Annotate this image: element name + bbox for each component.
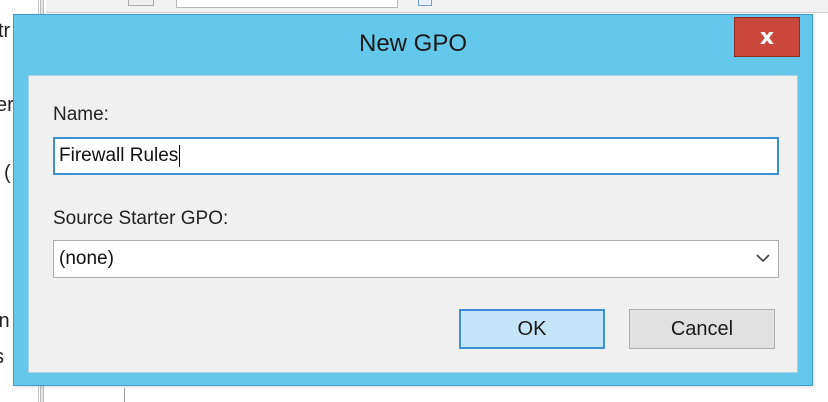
cancel-button[interactable]: Cancel (629, 309, 775, 349)
document-icon[interactable] (418, 0, 432, 6)
toolbar-field[interactable] (176, 0, 398, 8)
name-input-value: Firewall Rules (59, 145, 179, 166)
background-text-fragment: tr (0, 20, 11, 42)
background-text-fragment: ( (4, 162, 11, 184)
ok-button[interactable]: OK (459, 309, 605, 349)
name-label: Name: (53, 104, 109, 125)
background-status-area (46, 388, 828, 402)
select-value: (none) (59, 248, 114, 269)
background-text-fragment: in (0, 310, 10, 333)
dialog-title: New GPO (358, 30, 468, 57)
toolbar-button[interactable] (128, 0, 154, 6)
source-starter-gpo-select[interactable]: (none) (53, 240, 779, 278)
background-toolbar (46, 0, 828, 13)
source-starter-gpo-label: Source Starter GPO: (53, 208, 229, 229)
background-text-fragment: er (0, 94, 14, 116)
close-button[interactable]: x (734, 17, 800, 57)
background-text-fragment: s (0, 346, 4, 369)
name-input[interactable]: Firewall Rules (53, 137, 779, 175)
dialog-body: Name: Firewall Rules Source Starter GPO:… (28, 75, 798, 373)
chevron-down-icon (756, 254, 770, 263)
dialog-title-bar[interactable]: New GPO x (14, 15, 812, 75)
close-icon: x (759, 24, 775, 50)
text-caret (179, 145, 181, 167)
new-gpo-dialog: New GPO x Name: Firewall Rules Source St… (13, 14, 813, 386)
background-divider (124, 388, 125, 402)
